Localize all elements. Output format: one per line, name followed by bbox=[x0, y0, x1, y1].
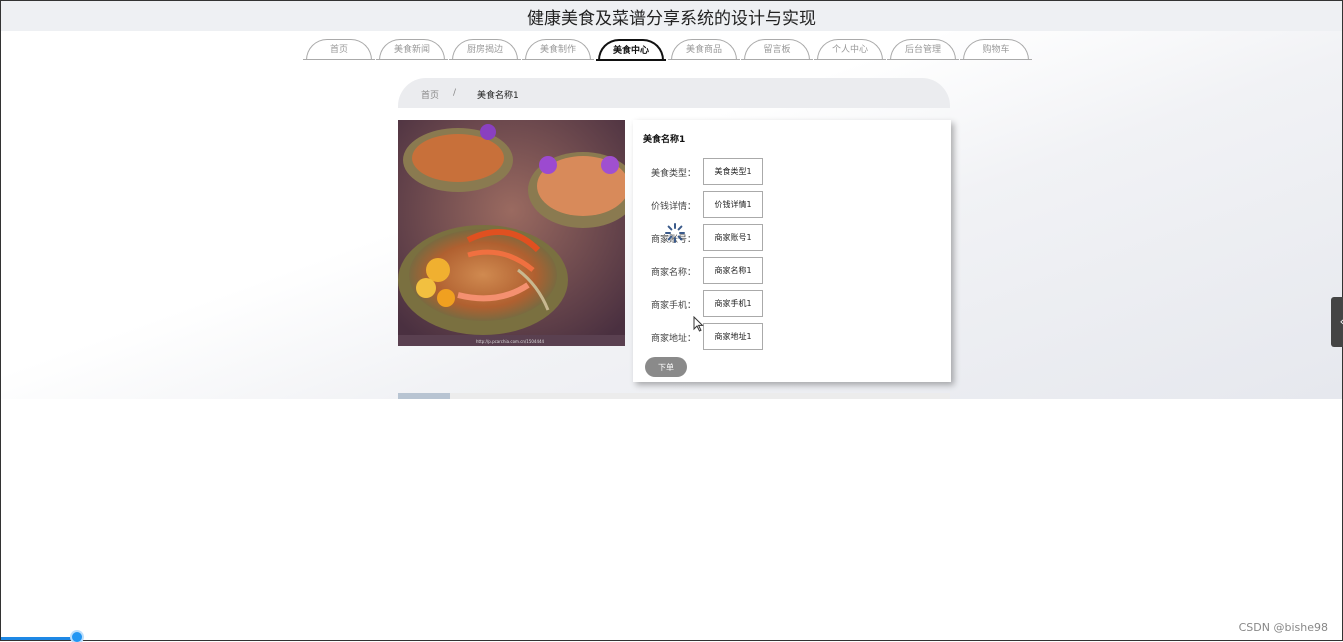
chevron-left-icon: ‹ bbox=[1340, 315, 1343, 328]
field-value: 商家账号1 bbox=[703, 224, 763, 251]
image-caption: http://p.pcarchia.com.cn/1504444 bbox=[476, 339, 545, 344]
food-name: 美食名称1 bbox=[643, 135, 686, 145]
field-row-food-type: 美食类型： 美食类型1 bbox=[633, 158, 951, 185]
field-row-merchant-address: 商家地址： 商家地址1 bbox=[633, 323, 951, 350]
nav-tab-food-center[interactable]: 美食中心 bbox=[596, 39, 666, 61]
nav-tab-food-goods[interactable]: 美食商品 bbox=[668, 39, 740, 60]
nav-tab-food-news[interactable]: 美食新闻 bbox=[376, 39, 448, 60]
breadcrumb-current: 美食名称1 bbox=[477, 91, 519, 101]
field-row-price: 价钱详情： 价钱详情1 bbox=[633, 191, 951, 218]
order-button[interactable]: 下单 bbox=[645, 357, 687, 377]
side-panel-toggle[interactable]: ‹ bbox=[1331, 297, 1343, 347]
nav-tab-cart[interactable]: 购物车 bbox=[960, 39, 1032, 60]
food-photo-illustration: http://p.pcarchia.com.cn/1504444 bbox=[398, 120, 625, 346]
food-image: http://p.pcarchia.com.cn/1504444 bbox=[398, 120, 625, 346]
field-label: 美食类型： bbox=[650, 169, 696, 179]
nav-tab-home[interactable]: 首页 bbox=[303, 39, 375, 60]
field-value: 美食类型1 bbox=[703, 158, 763, 185]
field-label: 价钱详情： bbox=[650, 202, 696, 212]
mouse-cursor-icon bbox=[693, 316, 704, 332]
field-row-merchant-phone: 商家手机： 商家手机1 bbox=[633, 290, 951, 317]
field-label: 商家名称： bbox=[650, 268, 696, 278]
field-value: 价钱详情1 bbox=[703, 191, 763, 218]
section-divider-bar bbox=[398, 393, 950, 399]
field-value: 商家名称1 bbox=[703, 257, 763, 284]
nav-tab-admin[interactable]: 后台管理 bbox=[887, 39, 959, 60]
breadcrumb: 首页 / 美食名称1 bbox=[398, 78, 950, 108]
food-detail-card: 美食名称1 美食类型： 美食类型1 价钱详情： 价钱详情1 商家账号： 商家账号… bbox=[633, 120, 951, 382]
field-value: 商家地址1 bbox=[703, 323, 763, 350]
playback-progress-bar[interactable] bbox=[1, 637, 77, 640]
breadcrumb-separator: / bbox=[453, 88, 457, 98]
field-label: 商家手机： bbox=[650, 301, 696, 311]
main-nav: 首页 美食新闻 厨房揭边 美食制作 美食中心 美食商品 留言板 个人中心 后台管… bbox=[303, 39, 1032, 61]
nav-tab-food-making[interactable]: 美食制作 bbox=[522, 39, 594, 60]
watermark: CSDN @bishe98 bbox=[1238, 621, 1328, 634]
breadcrumb-home-link[interactable]: 首页 bbox=[421, 88, 439, 101]
nav-tab-personal-center[interactable]: 个人中心 bbox=[814, 39, 886, 60]
loading-spinner-icon bbox=[665, 223, 685, 243]
site-title: 健康美食及菜谱分享系统的设计与实现 bbox=[527, 9, 816, 29]
nav-tab-message-board[interactable]: 留言板 bbox=[741, 39, 813, 60]
field-value: 商家手机1 bbox=[703, 290, 763, 317]
section-divider-accent bbox=[398, 393, 450, 399]
field-label: 商家地址： bbox=[650, 334, 696, 344]
field-row-merchant-name: 商家名称： 商家名称1 bbox=[633, 257, 951, 284]
nav-tab-kitchen[interactable]: 厨房揭边 bbox=[449, 39, 521, 60]
